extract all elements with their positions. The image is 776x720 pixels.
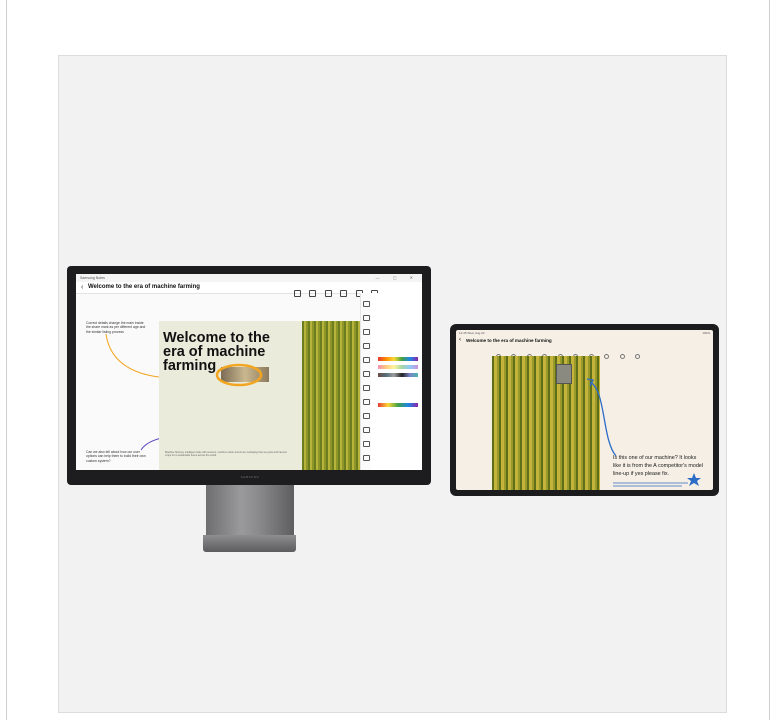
slide-body: Machine farming: intelligent tools with … (165, 451, 287, 457)
color-swatches-row-3[interactable] (378, 373, 418, 377)
lasso-icon[interactable] (363, 343, 370, 349)
audio-icon[interactable] (363, 441, 370, 447)
monitor-stand (206, 485, 294, 537)
settings-icon[interactable] (363, 455, 370, 461)
tablet-screen: 12:45 Wed, Aug 23 100% ‹ Welcome to the … (456, 330, 713, 490)
color-swatches-row-1[interactable] (378, 357, 418, 361)
table-icon[interactable] (363, 427, 370, 433)
field-photo (302, 321, 360, 470)
orange-circle-mark (215, 363, 263, 387)
tool-rail (360, 293, 371, 470)
slide-image: Welcome to the era of machine farming Ma… (159, 321, 302, 470)
blue-arrow-stroke (589, 381, 617, 457)
redo-icon[interactable] (363, 413, 370, 419)
text-icon[interactable] (363, 371, 370, 377)
monitor-stand-base (203, 535, 296, 552)
blue-underline (613, 482, 688, 487)
highlight-swatches[interactable] (378, 403, 418, 407)
color-swatches-row-2[interactable] (378, 365, 418, 369)
pen-settings-panel (371, 293, 422, 470)
tablet-handwritten-note: Is this one of our machine? It looks lik… (613, 455, 704, 477)
shape-icon[interactable] (363, 357, 370, 363)
monitor-screen: Samsung Notes — ▢ ✕ ‹ Welcome to the era… (76, 274, 422, 470)
highlighter-icon[interactable] (363, 315, 370, 321)
monitor-brand: SAMSUNG (240, 475, 260, 479)
eraser-icon[interactable] (363, 329, 370, 335)
image-icon[interactable] (363, 385, 370, 391)
undo-icon[interactable] (363, 399, 370, 405)
pen-icon[interactable] (363, 301, 370, 307)
